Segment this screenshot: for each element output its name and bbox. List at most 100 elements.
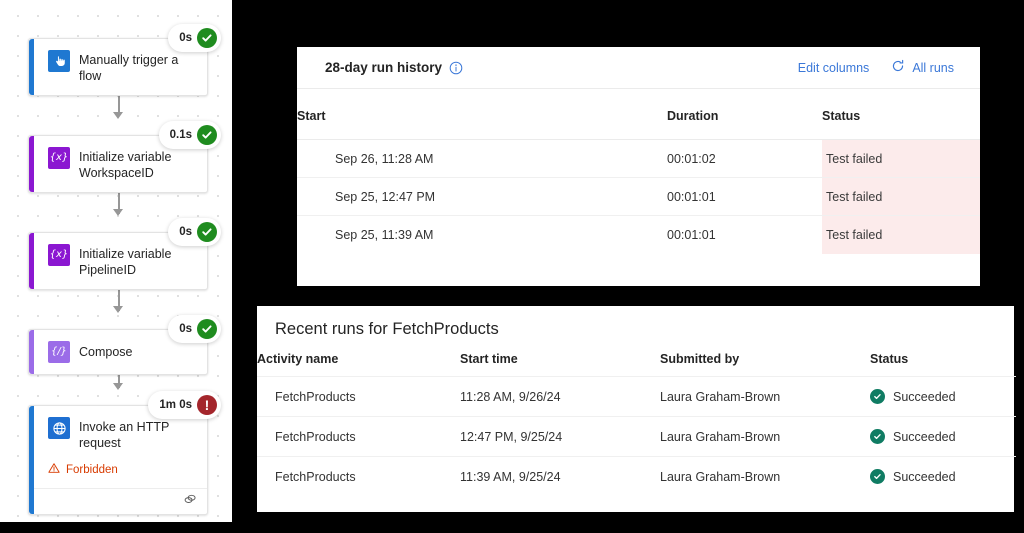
flow-node-compose[interactable]: 0s {/} Compose (28, 315, 221, 375)
variable-icon: {x} (48, 147, 70, 169)
cell-start-time: 11:28 AM, 9/26/24 (460, 376, 660, 417)
cell-submitted-by: Laura Graham-Brown (660, 416, 870, 457)
cell-status: Succeeded (870, 416, 1016, 457)
table-row[interactable]: Sep 26, 11:28 AM 00:01:02 Test failed (297, 139, 980, 178)
manual-trigger-icon (48, 50, 70, 72)
succeeded-check-icon (870, 389, 885, 404)
column-header-start-time[interactable]: Start time (460, 352, 660, 377)
run-history-header: 28-day run history Edit columns All runs (297, 47, 980, 89)
node-duration-label: 0.1s (169, 129, 192, 141)
table-header-row: Activity name Start time Submitted by St… (257, 352, 1016, 377)
node-duration-label: 0s (179, 226, 192, 238)
node-accent-bar (29, 39, 34, 95)
success-check-icon (197, 222, 217, 242)
compose-icon: {/} (48, 341, 70, 363)
success-check-icon (197, 28, 217, 48)
node-accent-bar (29, 136, 34, 192)
globe-icon (48, 417, 70, 439)
cell-duration: 00:01:01 (667, 177, 822, 216)
succeeded-check-icon (870, 469, 885, 485)
cell-duration: 00:01:02 (667, 139, 822, 178)
cell-duration: 00:01:01 (667, 227, 716, 242)
status-label: Succeeded (893, 469, 956, 484)
link-chain-icon[interactable] (183, 492, 197, 511)
connector-arrow-1-2 (113, 112, 123, 119)
node-title: Invoke an HTTP request (79, 420, 170, 450)
flow-node-init-variable-pipelineid[interactable]: 0s {x} Initialize variable PipelineID (28, 218, 221, 290)
cell-start: Sep 26, 11:28 AM (297, 139, 667, 178)
node-accent-bar (29, 233, 34, 289)
node-status-badge: 1m 0s ! (148, 391, 221, 419)
flow-node-manual-trigger[interactable]: 0s Manually trigger a flow (28, 24, 221, 96)
node-title: Initialize variable WorkspaceID (79, 150, 172, 180)
table-row[interactable]: Sep 25, 11:39 AM 00:01:01 Test failed (297, 215, 980, 254)
cell-start-time: 12:47 PM, 9/25/24 (460, 416, 660, 457)
node-error-message: Forbidden (29, 462, 207, 488)
column-header-status[interactable]: Status (870, 352, 1016, 377)
run-history-table: Start Duration Status Sep 26, 11:28 AM 0… (297, 89, 980, 254)
cell-start: Sep 25, 11:39 AM (335, 227, 434, 242)
succeeded-check-icon (870, 429, 885, 444)
cell-submitted-by: Laura Graham-Brown (660, 376, 870, 417)
info-icon[interactable] (449, 61, 463, 75)
node-duration-label: 0s (179, 32, 192, 44)
cell-activity-name: FetchProducts (275, 469, 356, 484)
node-status-badge: 0s (168, 24, 221, 52)
cell-status: Succeeded (870, 457, 1016, 497)
node-accent-bar (29, 406, 34, 514)
cell-start: Sep 25, 12:47 PM (297, 177, 667, 216)
connector-arrow-2-3 (113, 209, 123, 216)
status-badge: Test failed (822, 139, 980, 178)
column-header-status[interactable]: Status (822, 89, 980, 140)
recent-runs-panel: Recent runs for FetchProducts Activity n… (257, 306, 1016, 512)
recent-runs-title: Recent runs for FetchProducts (275, 320, 499, 338)
connector-arrow-3-4 (113, 306, 123, 313)
flow-node-init-variable-workspaceid[interactable]: 0.1s {x} Initialize variable WorkspaceID (28, 121, 221, 193)
status-badge: Test failed (822, 215, 980, 254)
run-history-actions: Edit columns All runs (798, 59, 954, 76)
success-check-icon (197, 319, 217, 339)
cell-activity-name: FetchProducts (257, 376, 460, 417)
variable-icon: {x} (48, 244, 70, 266)
all-runs-link[interactable]: All runs (891, 59, 954, 76)
all-runs-label: All runs (912, 60, 954, 75)
table-row[interactable]: FetchProducts 11:39 AM, 9/25/24 Laura Gr… (257, 457, 1016, 497)
run-history-panel: 28-day run history Edit columns All runs (297, 47, 980, 286)
node-title: Compose (79, 345, 133, 359)
warning-triangle-icon (48, 462, 60, 477)
node-footer (29, 488, 207, 514)
cell-start-time: 11:39 AM, 9/25/24 (460, 469, 561, 484)
node-title: Manually trigger a flow (79, 53, 179, 83)
cell-submitted-by: Laura Graham-Brown (660, 469, 781, 484)
refresh-icon (891, 59, 905, 76)
compose-glyph: {/} (50, 346, 68, 357)
recent-runs-table: Activity name Start time Submitted by St… (257, 352, 1016, 497)
table-header-row: Start Duration Status (297, 89, 980, 140)
connector-arrow-4-5 (113, 383, 123, 390)
node-error-label: Forbidden (66, 463, 118, 476)
variable-glyph: {x} (49, 249, 69, 260)
status-label: Succeeded (893, 429, 956, 444)
node-status-badge: 0.1s (158, 121, 221, 149)
node-duration-label: 1m 0s (159, 399, 192, 411)
variable-glyph: {x} (49, 152, 69, 163)
cell-activity-name: FetchProducts (257, 416, 460, 457)
column-header-submitted-by[interactable]: Submitted by (660, 352, 870, 377)
node-status-badge: 0s (168, 218, 221, 246)
error-mark: ! (204, 397, 210, 413)
column-header-activity-name[interactable]: Activity name (257, 352, 460, 377)
column-header-start[interactable]: Start (297, 89, 667, 140)
node-accent-bar (29, 330, 34, 374)
column-header-duration[interactable]: Duration (667, 89, 822, 140)
run-history-title: 28-day run history (325, 60, 443, 75)
flow-designer-canvas[interactable]: 0s Manually trigger a flow 0.1s {x} Init… (0, 0, 232, 522)
table-row[interactable]: FetchProducts 12:47 PM, 9/25/24 Laura Gr… (257, 416, 1016, 457)
table-row[interactable]: FetchProducts 11:28 AM, 9/26/24 Laura Gr… (257, 376, 1016, 417)
status-badge: Test failed (822, 177, 980, 216)
error-exclamation-icon: ! (197, 395, 217, 415)
cell-status: Succeeded (870, 376, 1016, 417)
status-label: Succeeded (893, 389, 956, 404)
flow-node-invoke-http-request[interactable]: 1m 0s ! Invoke an HTTP request Forbidden (28, 391, 221, 515)
table-row[interactable]: Sep 25, 12:47 PM 00:01:01 Test failed (297, 177, 980, 216)
edit-columns-link[interactable]: Edit columns (798, 61, 870, 75)
